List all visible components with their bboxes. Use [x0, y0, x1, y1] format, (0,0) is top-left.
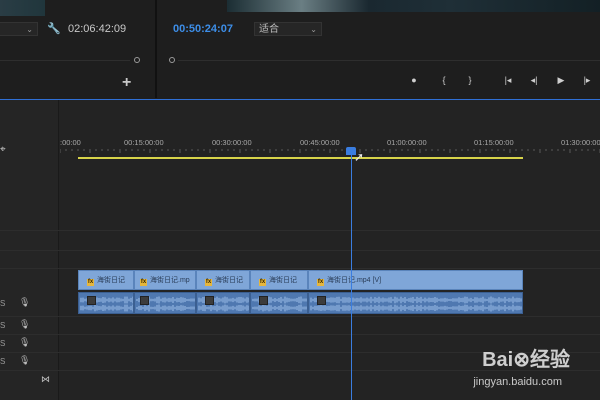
- video-clip[interactable]: fx 海街日记.mp4 [V]: [308, 270, 523, 290]
- audio-track-label: S: [0, 321, 6, 330]
- fx-badge-icon: fx: [87, 278, 94, 286]
- add-marker-button[interactable]: ●: [407, 75, 421, 85]
- microphone-icon[interactable]: 🎙: [19, 319, 30, 330]
- program-fit-dropdown[interactable]: 适合 ⌄: [254, 22, 322, 36]
- track-divider: [0, 334, 600, 335]
- fx-badge-icon: fx: [317, 278, 324, 286]
- fx-badge-icon: fx: [205, 278, 212, 286]
- ruler-label: 01:00:00:00: [387, 138, 427, 147]
- ruler-label: :00:00: [60, 138, 81, 147]
- video-clip[interactable]: fx 海街日记: [250, 270, 308, 290]
- clip-label: 海街日记.mp: [150, 276, 190, 284]
- ruler-label: 00:45:00:00: [300, 138, 340, 147]
- fx-badge-icon: fx: [140, 278, 147, 286]
- video-clip[interactable]: fx 海街日记: [196, 270, 250, 290]
- clip-label: 海街日记: [269, 276, 297, 284]
- source-preview-image: [0, 0, 45, 16]
- video-clip[interactable]: fx 海街日记: [78, 270, 134, 290]
- mark-in-button[interactable]: {: [437, 75, 451, 85]
- track-divider: [0, 230, 600, 231]
- ruler-label: 00:15:00:00: [124, 138, 164, 147]
- watermark-url: jingyan.baidu.com: [473, 376, 562, 388]
- audio-clip[interactable]: [78, 292, 134, 314]
- go-to-in-button[interactable]: |◂: [501, 75, 515, 86]
- chevron-down-icon: ⌄: [26, 25, 33, 34]
- clip-label: 海街日记.mp4 [V]: [327, 276, 382, 284]
- source-add-button[interactable]: +: [122, 74, 131, 92]
- audio-clip-icon: [140, 296, 149, 305]
- audio-clip-icon: [317, 296, 326, 305]
- step-forward-button[interactable]: |▸: [580, 75, 594, 86]
- play-button[interactable]: ▶: [554, 75, 568, 86]
- snap-icon[interactable]: ⌖: [0, 144, 6, 155]
- program-scrub-handle[interactable]: [169, 57, 175, 63]
- mark-out-button[interactable]: }: [463, 75, 477, 85]
- source-scrub-bar[interactable]: [0, 60, 130, 61]
- audio-clip[interactable]: [250, 292, 308, 314]
- microphone-icon[interactable]: 🎙: [19, 297, 30, 308]
- audio-clip[interactable]: [196, 292, 250, 314]
- audio-clip[interactable]: [134, 292, 196, 314]
- program-scrub-bar[interactable]: [178, 60, 600, 61]
- playhead-line[interactable]: [351, 152, 352, 400]
- audio-track-label: S: [0, 357, 6, 366]
- ruler-label: 00:30:00:00: [212, 138, 252, 147]
- audio-clip-icon: [259, 296, 268, 305]
- step-back-button[interactable]: ◂|: [527, 75, 541, 86]
- program-preview-image: [227, 0, 600, 12]
- clip-label: 海街日记: [97, 276, 125, 284]
- source-scrub-handle[interactable]: [134, 57, 140, 63]
- ruler-label: 01:15:00:00: [474, 138, 514, 147]
- fx-badge-icon: fx: [259, 278, 266, 286]
- source-timecode[interactable]: 02:06:42:09: [68, 23, 126, 35]
- watermark-logo: Bai⊗经验: [482, 349, 570, 371]
- microphone-icon[interactable]: 🎙: [19, 355, 30, 366]
- ruler-label: 01:30:00:00: [561, 138, 600, 147]
- audio-track-label: S: [0, 339, 6, 348]
- panel-divider[interactable]: [155, 0, 157, 98]
- zoom-handle-icon[interactable]: ⋈: [41, 374, 50, 385]
- wrench-icon[interactable]: 🔧: [47, 22, 61, 35]
- audio-track-label: S: [0, 299, 6, 308]
- track-divider: [0, 316, 600, 317]
- video-clip[interactable]: fx 海街日记.mp: [134, 270, 196, 290]
- audio-clip-icon: [87, 296, 96, 305]
- track-divider: [0, 250, 600, 251]
- time-ruler[interactable]: [60, 149, 600, 153]
- audio-clip[interactable]: [308, 292, 523, 314]
- mouse-cursor-icon: ➚: [354, 150, 365, 164]
- chevron-down-icon: ⌄: [310, 25, 317, 34]
- audio-clip-icon: [205, 296, 214, 305]
- microphone-icon[interactable]: 🎙: [19, 337, 30, 348]
- program-timecode[interactable]: 00:50:24:07: [173, 23, 233, 35]
- track-divider: [0, 268, 600, 269]
- audio-waveform: [310, 296, 522, 312]
- work-area-bar[interactable]: [78, 157, 523, 159]
- source-fit-dropdown[interactable]: ⌄: [0, 22, 38, 36]
- clip-label: 海街日记: [215, 276, 243, 284]
